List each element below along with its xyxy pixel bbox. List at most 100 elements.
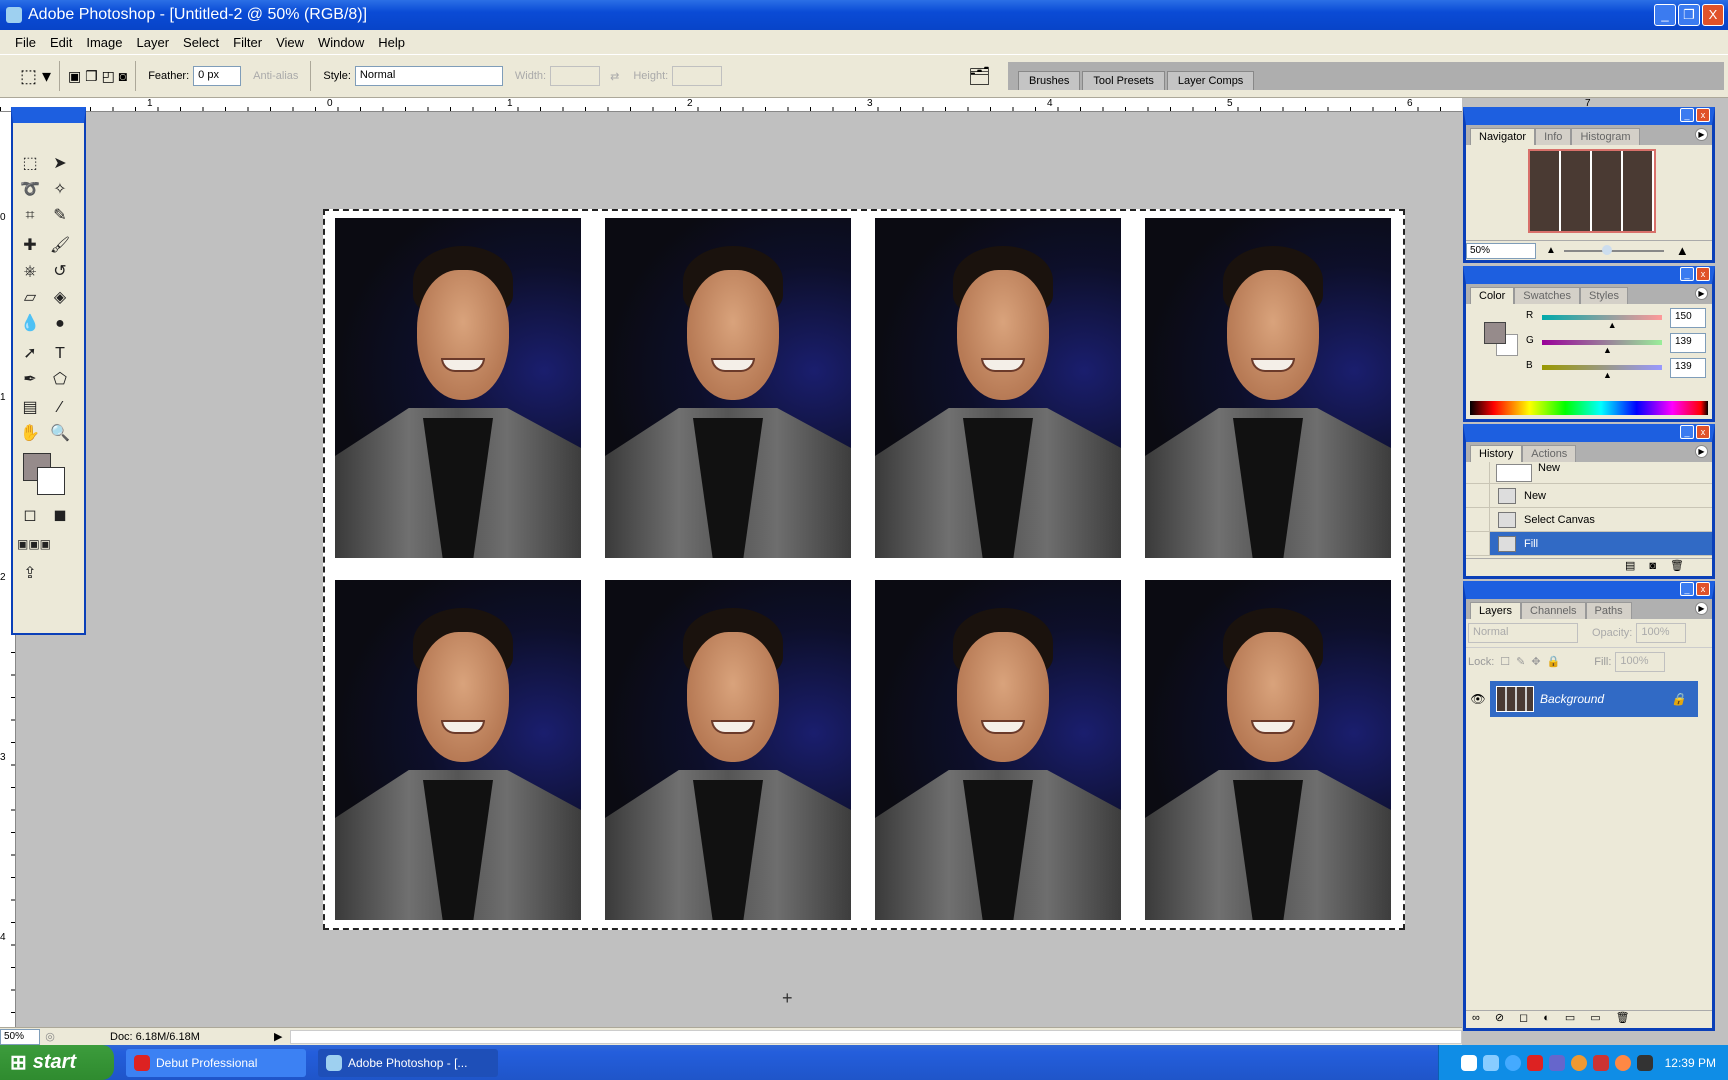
- tab-layers[interactable]: Layers: [1470, 602, 1522, 619]
- swap-icon[interactable]: ⇄: [610, 70, 619, 83]
- well-tab-layer-comps[interactable]: Layer Comps: [1166, 71, 1255, 90]
- navigator-zoom-input[interactable]: 50%: [1466, 242, 1536, 259]
- channel-slider[interactable]: ▲: [1542, 340, 1662, 355]
- panel-close-button[interactable]: x: [1696, 108, 1710, 122]
- opacity-input[interactable]: 100%: [1636, 623, 1687, 643]
- color-foreground-swatch[interactable]: [1484, 322, 1506, 344]
- zoom-tool-icon[interactable]: 🔍: [47, 423, 73, 445]
- panel-menu-icon[interactable]: ▶: [1695, 128, 1708, 141]
- menu-window[interactable]: Window: [311, 35, 371, 50]
- network-tray-icon[interactable]: [1482, 1054, 1499, 1071]
- magic-wand-icon[interactable]: ✧: [47, 179, 73, 201]
- chrome-tray-icon[interactable]: [1570, 1054, 1587, 1071]
- tab-navigator[interactable]: Navigator: [1470, 128, 1536, 145]
- menu-help[interactable]: Help: [371, 35, 412, 50]
- menu-file[interactable]: File: [8, 35, 43, 50]
- layer-row[interactable]: 👁 Background 🔒: [1466, 681, 1712, 717]
- panel-minimize-button[interactable]: _: [1680, 267, 1694, 281]
- antivirus-tray-icon[interactable]: [1592, 1054, 1609, 1071]
- eyedropper-icon[interactable]: ⁄: [47, 397, 73, 419]
- style-select[interactable]: Normal: [354, 66, 503, 86]
- channel-value-input[interactable]: 139: [1670, 333, 1706, 353]
- panel-close-button[interactable]: x: [1696, 582, 1710, 596]
- antialias-checkbox[interactable]: Anti-alias: [253, 70, 298, 82]
- panel-minimize-button[interactable]: _: [1680, 425, 1694, 439]
- tab-histogram[interactable]: Histogram: [1571, 128, 1640, 145]
- height-input[interactable]: [672, 66, 723, 86]
- collapse-tray-icon[interactable]: [1504, 1054, 1521, 1071]
- panel-menu-icon[interactable]: ▶: [1695, 287, 1708, 300]
- path-select-icon[interactable]: ➚: [17, 343, 43, 365]
- horizontal-scrollbar[interactable]: [290, 1029, 1462, 1044]
- restore-button[interactable]: ❐: [1678, 4, 1700, 26]
- shape-tool-icon[interactable]: ⬠: [47, 369, 73, 391]
- close-button[interactable]: X: [1702, 4, 1724, 26]
- start-button[interactable]: ⊞ start: [0, 1045, 114, 1080]
- speaker-tray-icon[interactable]: [1636, 1054, 1653, 1071]
- menu-image[interactable]: Image: [79, 35, 129, 50]
- help-tray-icon[interactable]: [1460, 1054, 1477, 1071]
- tab-paths[interactable]: Paths: [1585, 602, 1632, 619]
- channel-value-input[interactable]: 139: [1670, 358, 1706, 378]
- document-canvas[interactable]: [323, 209, 1405, 930]
- minimize-button[interactable]: _: [1654, 4, 1676, 26]
- status-zoom-input[interactable]: 50%: [0, 1028, 40, 1045]
- history-item[interactable]: Select Canvas: [1466, 508, 1712, 532]
- history-item[interactable]: New: [1466, 484, 1712, 508]
- zoom-slider[interactable]: [1563, 244, 1664, 255]
- stamp-tool-icon[interactable]: ⎈: [17, 261, 43, 283]
- blend-mode-select[interactable]: Normal: [1468, 623, 1578, 643]
- bucket-tool-icon[interactable]: ◈: [47, 287, 73, 309]
- selection-mode-icons[interactable]: ▣ ❐ ◰ ◙: [68, 68, 127, 85]
- channel-slider[interactable]: ▲: [1542, 315, 1662, 330]
- healing-brush-icon[interactable]: ✚: [17, 235, 43, 257]
- tab-history[interactable]: History: [1470, 445, 1523, 462]
- marquee-tool-icon[interactable]: ⬚: [17, 153, 43, 175]
- slice-tool-icon[interactable]: ✎: [47, 205, 73, 227]
- marquee-preset-icon[interactable]: ⬚ ▾: [20, 66, 51, 87]
- panel-close-button[interactable]: x: [1696, 425, 1710, 439]
- color-spectrum-bar[interactable]: [1470, 401, 1708, 415]
- background-color-swatch[interactable]: [37, 467, 65, 495]
- history-item-selected[interactable]: Fill: [1466, 532, 1712, 556]
- zoom-in-icon[interactable]: ▲: [1676, 243, 1689, 258]
- well-tab-brushes[interactable]: Brushes: [1018, 71, 1081, 90]
- quick-mask-icon[interactable]: ◼: [47, 505, 73, 527]
- menu-view[interactable]: View: [269, 35, 311, 50]
- panel-minimize-button[interactable]: _: [1680, 582, 1694, 596]
- eye-visibility-icon[interactable]: 👁: [1466, 692, 1490, 706]
- tab-color[interactable]: Color: [1470, 287, 1515, 304]
- menu-filter[interactable]: Filter: [226, 35, 269, 50]
- record-tray-icon[interactable]: [1526, 1054, 1543, 1071]
- tab-swatches[interactable]: Swatches: [1514, 287, 1580, 304]
- notes-tool-icon[interactable]: ▤: [17, 397, 43, 419]
- tab-styles[interactable]: Styles: [1580, 287, 1628, 304]
- navigator-thumbnail[interactable]: [1528, 149, 1656, 233]
- width-input[interactable]: [550, 66, 601, 86]
- channel-value-input[interactable]: 150: [1670, 308, 1706, 328]
- hand-tool-icon[interactable]: ✋: [17, 423, 43, 445]
- tab-actions[interactable]: Actions: [1522, 445, 1577, 462]
- screen-mode-icons[interactable]: ▣▣▣: [17, 533, 51, 555]
- fill-input[interactable]: 100%: [1615, 651, 1666, 672]
- menu-select[interactable]: Select: [176, 35, 226, 50]
- pen-tool-icon[interactable]: ✒: [17, 369, 43, 391]
- feather-input[interactable]: 0 px: [193, 66, 242, 86]
- move-tool-icon[interactable]: ➤: [47, 153, 73, 175]
- taskbar-item-photoshop[interactable]: Adobe Photoshop - [...: [318, 1048, 498, 1077]
- panel-close-button[interactable]: x: [1696, 267, 1710, 281]
- brush-tool-icon[interactable]: 🖌: [47, 235, 73, 257]
- crop-tool-icon[interactable]: ⌗: [17, 205, 43, 227]
- layers-footer-buttons[interactable]: ∞⊘◻◐▭▭🗑: [1466, 1010, 1712, 1028]
- standard-mode-icon[interactable]: ◻: [17, 505, 43, 527]
- palette-browser-icon[interactable]: 🗂: [968, 66, 991, 87]
- well-tab-tool-presets[interactable]: Tool Presets: [1082, 71, 1165, 90]
- blur-tool-icon[interactable]: 💧: [17, 313, 43, 335]
- eraser-tool-icon[interactable]: ▱: [17, 287, 43, 309]
- tab-channels[interactable]: Channels: [1521, 602, 1586, 619]
- lasso-tool-icon[interactable]: ➰: [17, 179, 43, 201]
- panel-menu-icon[interactable]: ▶: [1695, 445, 1708, 458]
- dodge-tool-icon[interactable]: ●: [47, 313, 73, 335]
- type-tool-icon[interactable]: T: [47, 343, 73, 365]
- history-brush-icon[interactable]: ↺: [47, 261, 73, 283]
